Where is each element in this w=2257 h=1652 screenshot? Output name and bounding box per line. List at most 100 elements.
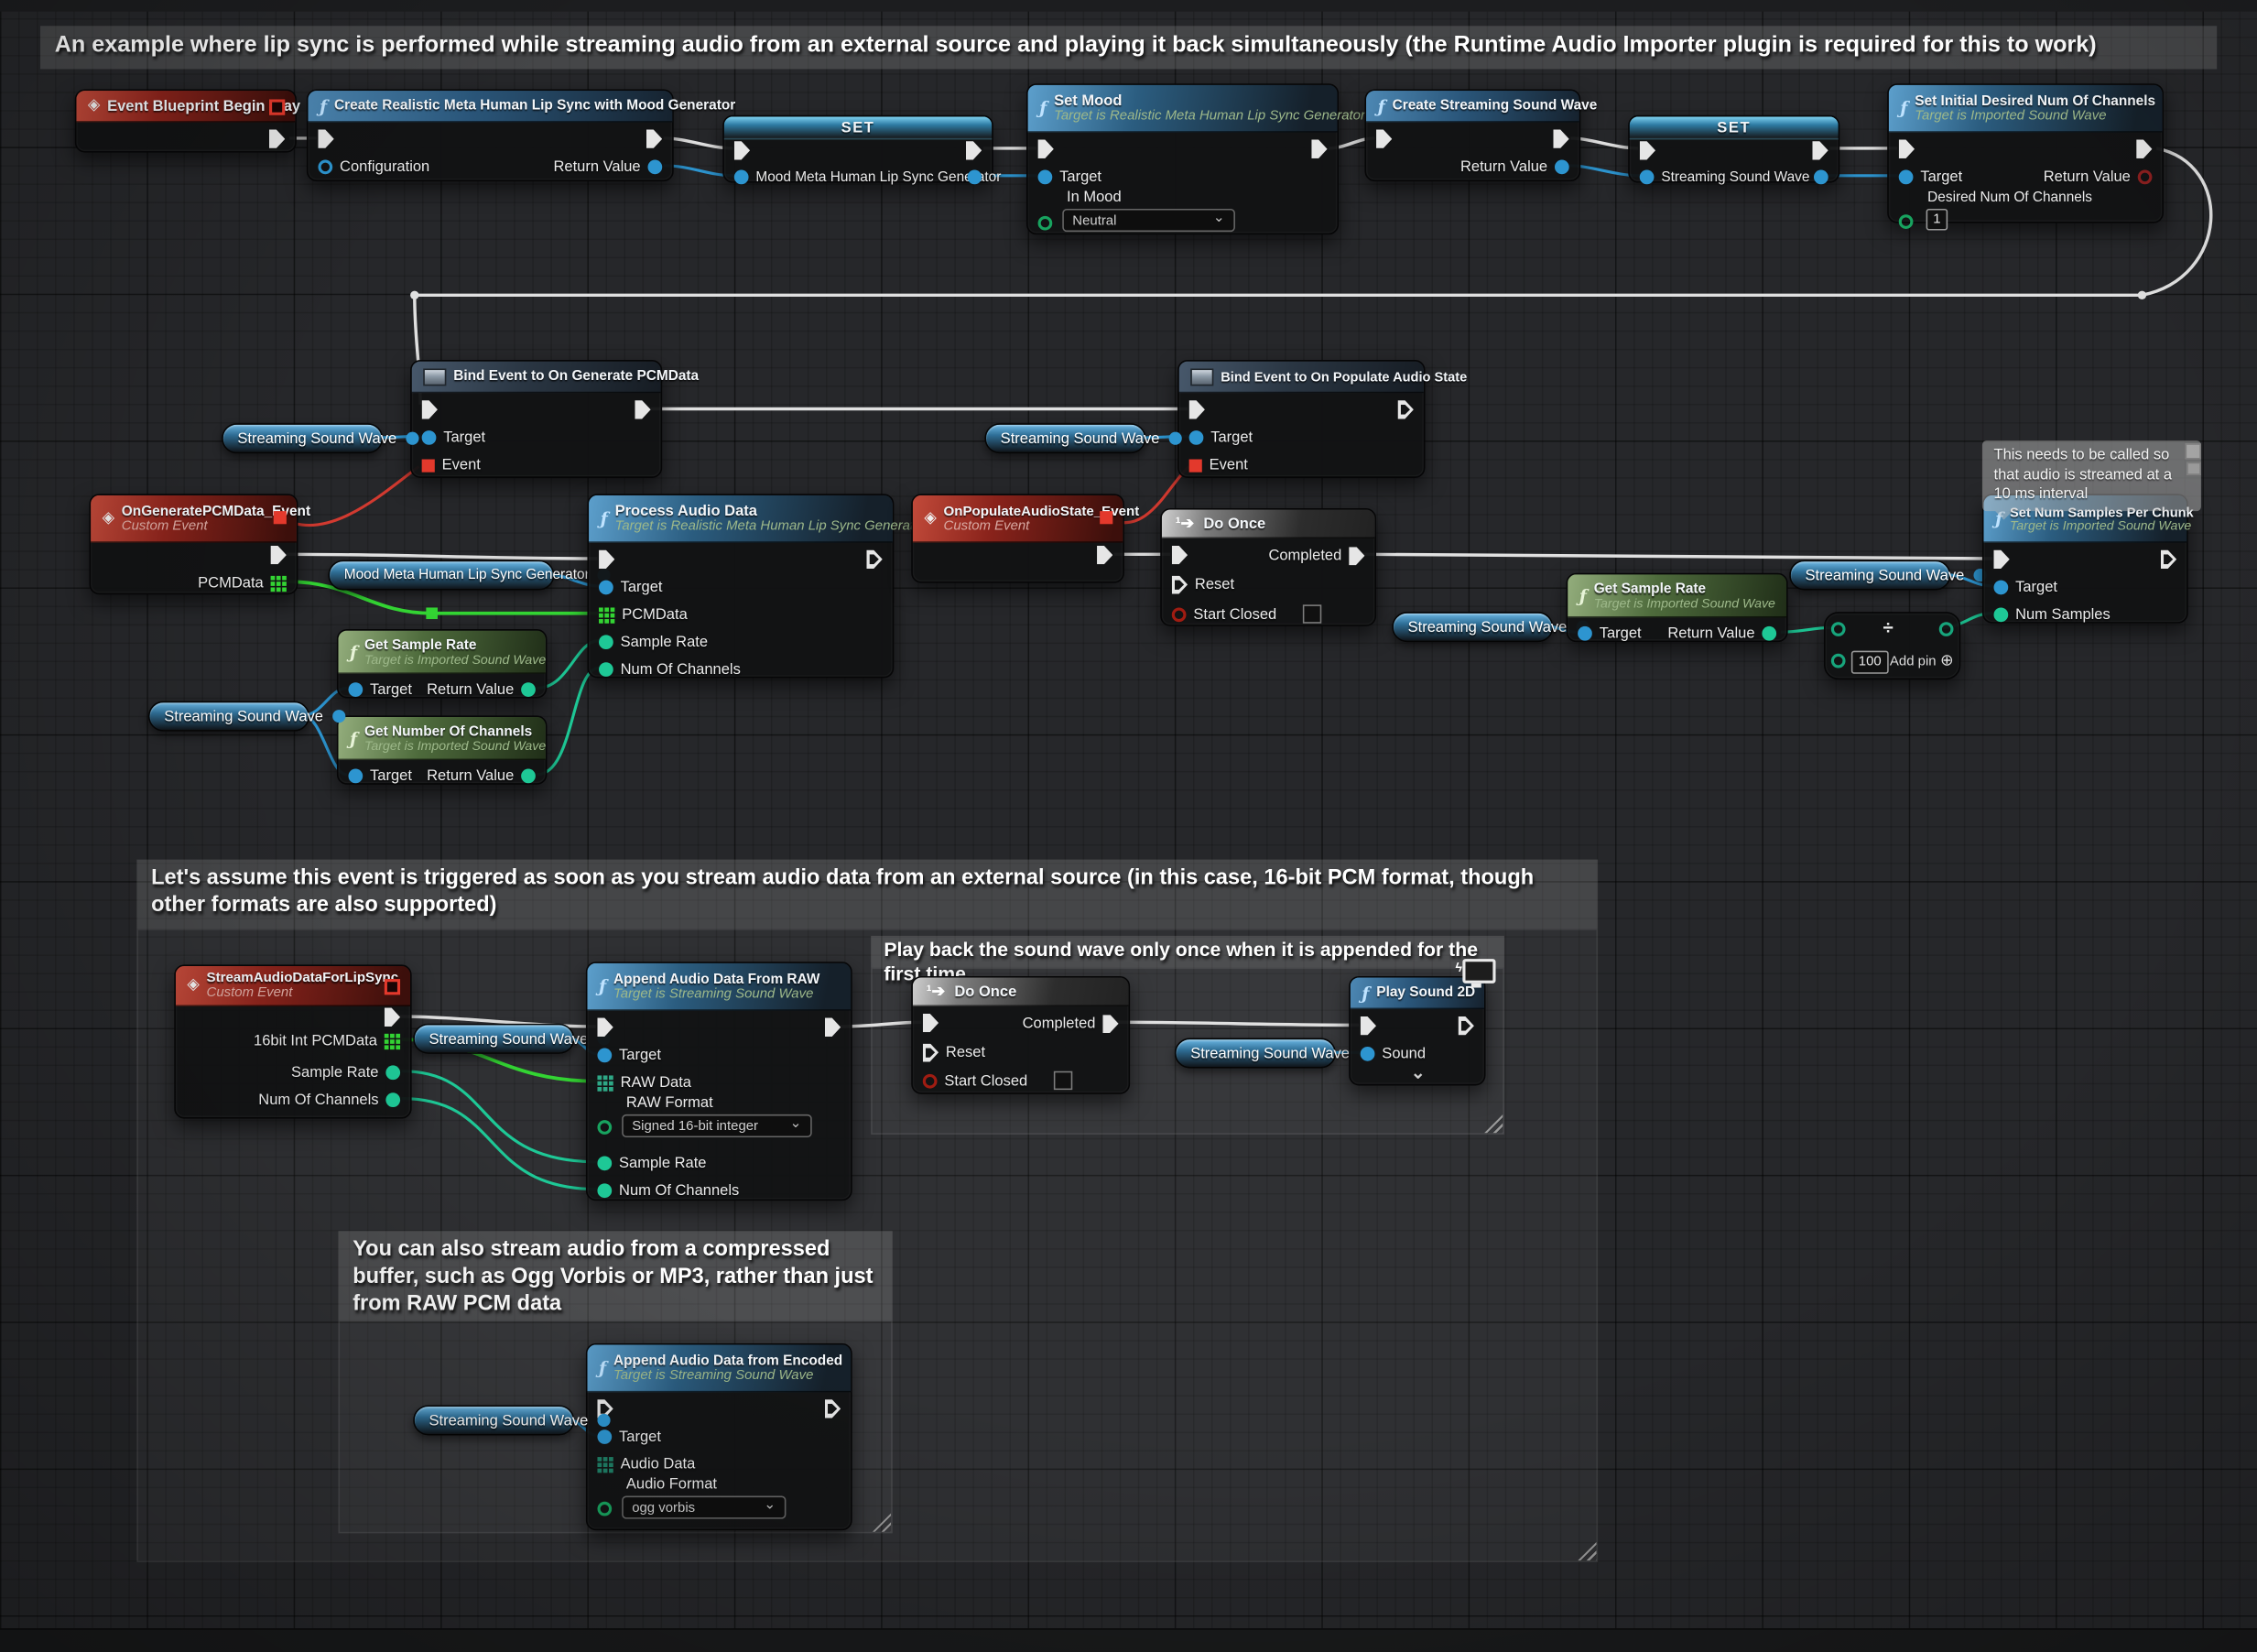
event-delegate-pin[interactable] [422, 459, 435, 472]
return-value-pin[interactable] [521, 769, 536, 784]
exec-in-pin[interactable] [599, 550, 614, 569]
exec-in-pin[interactable] [1899, 140, 1915, 158]
audio-data-pin[interactable] [597, 1456, 613, 1472]
completed-exec-pin[interactable] [1349, 547, 1364, 565]
exec-in-pin[interactable] [1993, 550, 2009, 569]
var-out-pin[interactable] [1168, 432, 1181, 445]
reset-exec-pin[interactable] [923, 1043, 939, 1061]
exec-in-pin[interactable] [923, 1014, 939, 1032]
variable-pill-streaming-sound-wave[interactable]: Streaming Sound Wave [222, 423, 383, 453]
exec-in-pin[interactable] [1189, 400, 1205, 418]
audio-format-dropdown[interactable]: ogg vorbis [622, 1496, 786, 1519]
exec-out-pin[interactable] [866, 550, 882, 569]
target-pin[interactable] [597, 1049, 612, 1063]
node-append-audio-data-from-encoded[interactable]: ƒ Append Audio Data from Encoded Target … [586, 1343, 852, 1530]
start-closed-pin[interactable] [1172, 607, 1187, 622]
num-channels-pin[interactable] [385, 1092, 400, 1107]
node-set-num-samples-per-chunk[interactable]: ƒ Set Num Samples Per Chunk Target is Im… [1982, 494, 2188, 623]
sample-rate-pin[interactable] [597, 1156, 612, 1170]
var-in-pin[interactable] [1640, 170, 1655, 185]
variable-pill-streaming-sound-wave[interactable]: Streaming Sound Wave [148, 701, 309, 732]
target-pin[interactable] [1578, 626, 1592, 641]
exec-out-pin[interactable] [1398, 400, 1414, 418]
exec-in-pin[interactable] [597, 1018, 613, 1037]
exec-in-pin[interactable] [422, 400, 438, 418]
node-play-sound-2d[interactable]: ƒ Play Sound 2D Sound ⌄ [1349, 976, 1485, 1085]
exec-out-pin[interactable] [2136, 140, 2152, 158]
delegate-out-pin[interactable] [274, 511, 287, 524]
return-value-pin[interactable] [521, 682, 536, 697]
exec-in-pin[interactable] [1376, 129, 1392, 147]
pcmdata-pin[interactable] [271, 575, 287, 591]
variable-pill-streaming-sound-wave[interactable]: Streaming Sound Wave [1392, 612, 1553, 642]
num-channels-pin[interactable] [597, 1183, 612, 1198]
node-onpopulate-audiostate-event[interactable]: ◈ OnPopulateAudioState_Event Custom Even… [911, 494, 1124, 582]
desired-num-value[interactable]: 1 [1926, 209, 1948, 231]
node-get-sample-rate-right[interactable]: ƒ Get Sample Rate Target is Imported Sou… [1567, 573, 1788, 642]
target-pin[interactable] [422, 430, 437, 445]
var-out-pin[interactable] [1814, 170, 1828, 185]
divide-input-b-pin[interactable] [1831, 654, 1846, 668]
comment-lets-assume[interactable]: Let's assume this event is triggered as … [136, 860, 1598, 929]
target-pin[interactable] [1038, 170, 1053, 185]
comment-main-title[interactable]: An example where lip sync is performed w… [40, 26, 2217, 69]
target-pin[interactable] [348, 682, 363, 697]
variable-pill-streaming-sound-wave[interactable]: Streaming Sound Wave [984, 423, 1145, 453]
var-out-pin[interactable] [968, 170, 982, 185]
var-out-pin[interactable] [331, 710, 344, 723]
target-pin[interactable] [1993, 581, 2008, 595]
expand-pins-chevron-icon[interactable]: ⌄ [1411, 1067, 1426, 1079]
node-create-lipsync[interactable]: ƒ Create Realistic Meta Human Lip Sync w… [307, 89, 674, 181]
exec-out-pin[interactable] [635, 400, 650, 418]
delegate-out-pin[interactable] [1100, 511, 1112, 524]
node-process-audio-data[interactable]: ƒ Process Audio Data Target is Realistic… [587, 494, 894, 678]
exec-out-pin[interactable] [1459, 1016, 1474, 1035]
in-mood-pin[interactable] [1038, 216, 1053, 231]
return-value-pin[interactable] [1555, 160, 1569, 175]
node-set-initial-desired-num-channels[interactable]: ƒ Set Initial Desired Num Of Channels Ta… [1887, 83, 2164, 223]
num-samples-pin[interactable] [1993, 607, 2008, 622]
node-get-number-of-channels[interactable]: ƒ Get Number Of Channels Target is Impor… [337, 715, 548, 784]
return-value-pin[interactable] [647, 160, 662, 175]
num-channels-pin[interactable] [599, 662, 613, 677]
start-closed-pin[interactable] [923, 1074, 938, 1089]
variable-pill-streaming-sound-wave[interactable]: Streaming Sound Wave [413, 1024, 574, 1054]
reset-exec-pin[interactable] [1172, 575, 1188, 593]
divide-input-a-pin[interactable] [1831, 622, 1846, 636]
node-stream-audio-data-event[interactable]: ◈ StreamAudioDataForLipSync Custom Event… [174, 964, 411, 1118]
divide-value[interactable]: 100 [1851, 651, 1889, 674]
exec-out-pin[interactable] [646, 129, 662, 147]
var-out-pin[interactable] [406, 432, 418, 445]
sound-pin[interactable] [1361, 1047, 1375, 1061]
desired-num-pin[interactable] [1899, 214, 1914, 229]
add-pin-icon[interactable]: ⊕ [1940, 651, 1953, 669]
comment-compressed[interactable]: You can also stream audio from a compres… [338, 1231, 892, 1320]
target-pin[interactable] [348, 769, 363, 784]
add-pin-label[interactable]: Add pin [1890, 654, 1937, 669]
start-closed-checkbox[interactable] [1054, 1071, 1072, 1090]
delegate-pin[interactable] [269, 99, 285, 114]
variable-pill-streaming-sound-wave[interactable]: Streaming Sound Wave [1789, 560, 1950, 591]
target-pin[interactable] [1189, 430, 1204, 445]
node-set-streaming-wave-var[interactable]: SET Streaming Sound Wave [1628, 115, 1839, 183]
var-in-pin[interactable] [734, 170, 749, 185]
exec-out-pin[interactable] [966, 141, 982, 159]
node-set-mood[interactable]: ƒ Set Mood Target is Realistic Meta Huma… [1026, 83, 1339, 234]
exec-out-pin[interactable] [271, 546, 287, 564]
exec-in-pin[interactable] [318, 129, 333, 147]
exec-out-pin[interactable] [1097, 546, 1112, 564]
exec-in-pin[interactable] [1038, 140, 1054, 158]
node-event-begin-play[interactable]: ◈ Event Blueprint Begin Play [75, 89, 297, 152]
event-delegate-pin[interactable] [1189, 459, 1202, 472]
comment-play-back[interactable]: Play back the sound wave only once when … [871, 936, 1504, 968]
return-value-pin[interactable] [2138, 170, 2153, 185]
variable-pill-mood-generator[interactable]: Mood Meta Human Lip Sync Generator [328, 560, 554, 591]
audio-format-pin[interactable] [597, 1502, 612, 1516]
exec-out-pin[interactable] [2161, 550, 2176, 569]
node-get-sample-rate-left[interactable]: ƒ Get Sample Rate Target is Imported Sou… [337, 629, 548, 698]
exec-out-pin[interactable] [1311, 140, 1327, 158]
var-out-pin[interactable] [597, 1414, 610, 1427]
divide-output-pin[interactable] [1939, 622, 1954, 636]
sample-rate-pin[interactable] [599, 635, 613, 649]
node-append-audio-data-from-raw[interactable]: ƒ Append Audio Data From RAW Target is S… [586, 962, 852, 1201]
